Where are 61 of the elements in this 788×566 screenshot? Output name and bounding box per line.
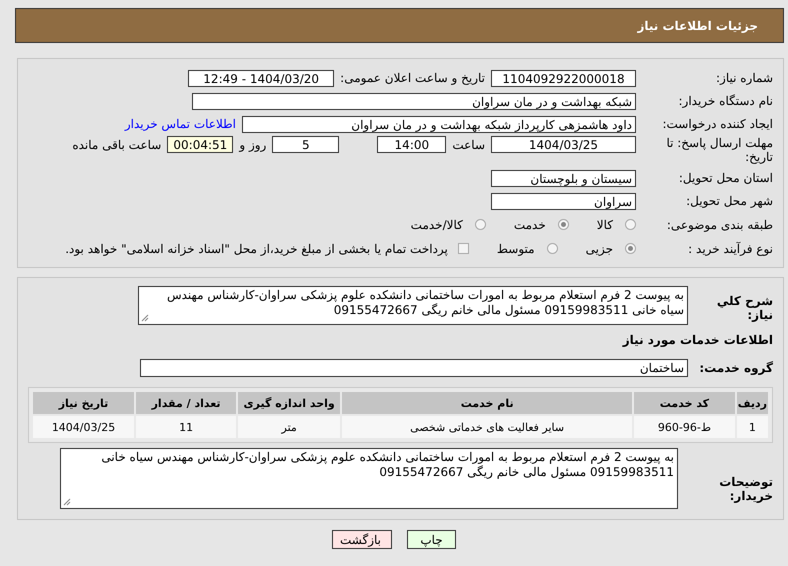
radio-button[interactable] (625, 219, 636, 230)
section-title: اطلاعات خدمات مورد نیاز (621, 333, 773, 347)
text-field[interactable]: ساختمان (140, 359, 688, 377)
option-label: کالا/خدمت (410, 218, 463, 232)
table-cell: متر (238, 416, 340, 438)
text-field[interactable]: 5 (272, 136, 340, 153)
resize-grip-icon[interactable] (141, 314, 149, 322)
text-area-value: به پیوست 2 فرم استعلام مربوط به امورات ساختمانی دانشکده علوم پزشکی سراوان-کارشناس مهندس سیاه خانی 09159983511 مسئول مالی خانم ریگی 09155472667 (100, 450, 674, 480)
field-label: تاریخ و ساعت اعلان عمومی: (340, 71, 485, 85)
field-label: نوع فرآیند خرید : (687, 242, 773, 256)
text-field[interactable]: 1404/03/20 - 12:49 (188, 70, 334, 86)
table-cell: 1 (736, 416, 768, 438)
field-label: شرح کلي نياز: (716, 293, 773, 322)
field-label: شماره نیاز: (715, 71, 773, 85)
checkbox[interactable] (458, 243, 469, 254)
text-field[interactable]: 14:00 (377, 136, 446, 153)
text-field[interactable]: داود هاشمزهی کارپرداز شبکه بهداشت و در مان سراوان (242, 116, 636, 132)
field-label: توضیحات خریدار: (718, 474, 773, 503)
checkbox-label: پرداخت تمام یا بخشی از مبلغ خرید،از محل "اسناد خزانه اسلامی" خواهد بود. (65, 242, 448, 256)
text-field[interactable]: سراوان (491, 192, 636, 210)
radio-button[interactable] (625, 243, 636, 254)
text-field[interactable]: 00:04:51 (167, 136, 234, 153)
field-label: ساعت (452, 138, 485, 152)
field-label: استان محل تحویل: (678, 171, 773, 185)
column-header: واحد اندازه گیری (238, 392, 340, 414)
table-cell: ط-96-960 (634, 416, 735, 438)
field-label: شهر محل تحویل: (685, 194, 773, 208)
option-label: جزیی (586, 242, 613, 256)
text-field[interactable]: 1104092922000018 (491, 70, 636, 86)
field-label: روز و (239, 138, 266, 152)
field-label: مهلت ارسال پاسخ: تا تاریخ: (665, 136, 773, 164)
column-header: ردیف (736, 392, 768, 414)
column-header: نام خدمت (342, 392, 632, 414)
back-button[interactable]: بازگشت (332, 530, 392, 549)
page-title: جزئیات اطلاعات نیاز (637, 18, 758, 32)
column-header: تاریخ نیاز (33, 392, 134, 414)
table-cell: 11 (136, 416, 236, 438)
field-label: ساعت باقی مانده (72, 138, 162, 152)
print-button[interactable]: چاپ (407, 530, 456, 549)
field-label: گروه خدمت: (698, 361, 773, 375)
column-header: کد خدمت (634, 392, 735, 414)
radio-button[interactable] (474, 219, 486, 230)
text-area-value: به پیوست 2 فرم استعلام مربوط به امورات ساختمانی دانشکده علوم پزشکی سراوان-کارشناس مهندس سیاه خانی 09159983511 مسئول مالی خانم ریگی 09155472667 (166, 288, 684, 318)
field-label: طبقه بندی موضوعی: (666, 218, 773, 232)
field-label: ایجاد کننده درخواست: (661, 117, 773, 131)
text-field[interactable]: 1404/03/25 (491, 136, 636, 153)
text-area[interactable]: به پیوست 2 فرم استعلام مربوط به امورات ساختمانی دانشکده علوم پزشکی سراوان-کارشناس مهندس سیاه خانی 09159983511 مسئول مالی خانم ریگی 09155472667 (60, 448, 678, 509)
radio-button[interactable] (558, 219, 569, 230)
contact-link[interactable]: اطلاعات تماس خریدار (124, 117, 236, 131)
option-label: کالا (596, 218, 613, 232)
table-cell: سایر فعالیت های خدماتی شخصی (342, 416, 632, 438)
field-label: نام دستگاه خریدار: (678, 94, 773, 108)
table-cell: 1404/03/25 (33, 416, 134, 438)
column-header: تعداد / مقدار (136, 392, 236, 414)
text-field[interactable]: شبکه بهداشت و در مان سراوان (192, 92, 636, 110)
text-area[interactable]: به پیوست 2 فرم استعلام مربوط به امورات ساختمانی دانشکده علوم پزشکی سراوان-کارشناس مهندس سیاه خانی 09159983511 مسئول مالی خانم ریگی 09155472667 (138, 286, 688, 325)
option-label: خدمت (514, 218, 546, 232)
radio-button[interactable] (546, 243, 558, 254)
text-field[interactable]: سیستان و بلوچستان (491, 170, 636, 186)
option-label: متوسط (496, 242, 535, 256)
resize-grip-icon[interactable] (63, 498, 71, 506)
